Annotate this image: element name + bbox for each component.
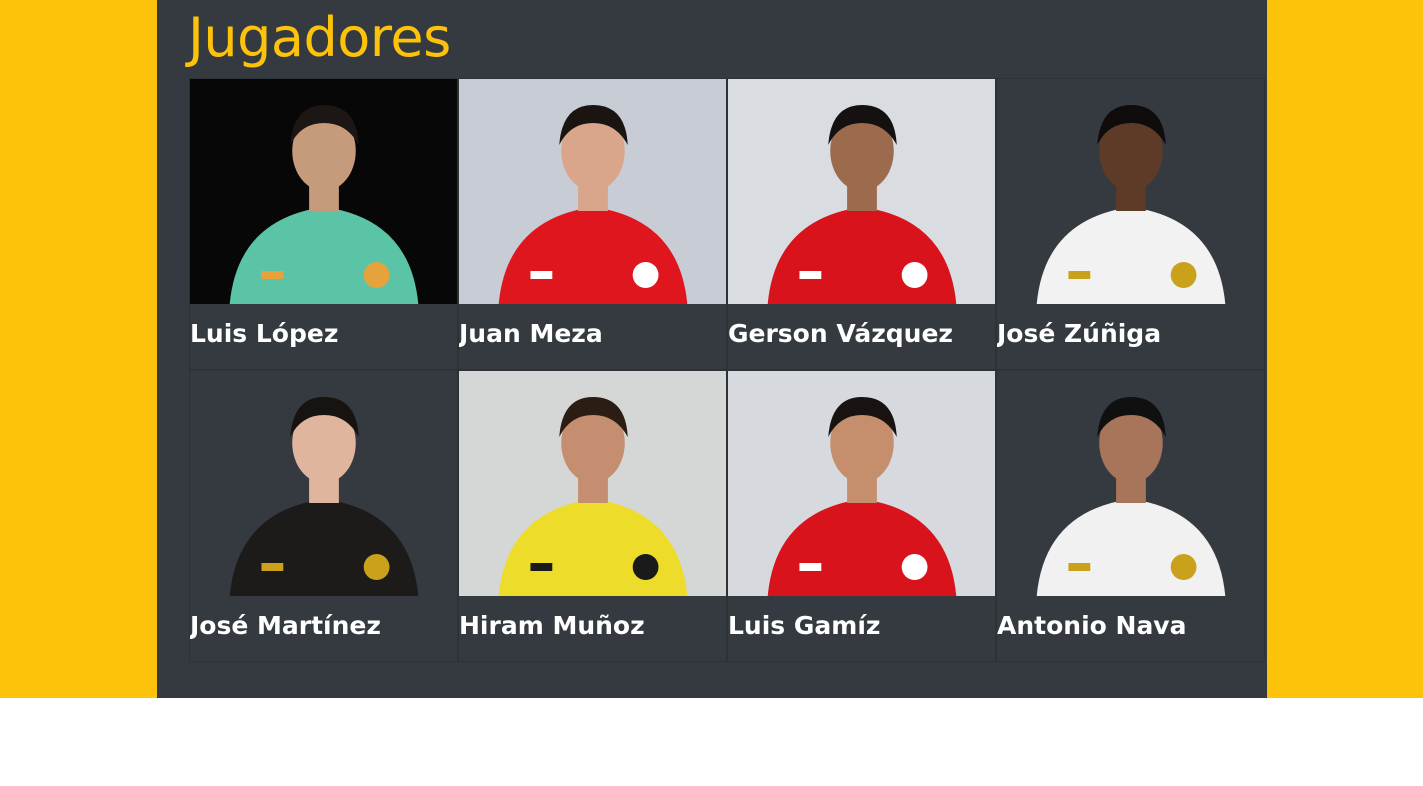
player-name: Antonio Nava [997,611,1187,640]
player-card[interactable]: Juan Meza [458,78,727,370]
player-card[interactable]: Luis López [189,78,458,370]
player-name: Juan Meza [459,319,603,348]
player-name: Gerson Vázquez [728,319,953,348]
players-grid: Luis López Juan Meza Gerson Vázquez José Zú… [189,78,1268,662]
player-photo [459,371,726,596]
player-card[interactable]: José Zúñiga [996,78,1265,370]
player-photo [997,79,1264,304]
player-photo [459,79,726,304]
player-name: José Martínez [190,611,381,640]
player-card[interactable]: Antonio Nava [996,370,1265,662]
player-photo [190,371,457,596]
player-photo [728,371,995,596]
player-name: Luis Gamíz [728,611,881,640]
player-photo [997,371,1264,596]
page-title: Jugadores [188,6,451,69]
player-name: Hiram Muñoz [459,611,645,640]
player-photo [728,79,995,304]
player-card[interactable]: Gerson Vázquez [727,78,996,370]
player-name: Luis López [190,319,339,348]
player-card[interactable]: Luis Gamíz [727,370,996,662]
player-card[interactable]: Hiram Muñoz [458,370,727,662]
player-card[interactable]: José Martínez [189,370,458,662]
player-photo [190,79,457,304]
player-name: José Zúñiga [997,319,1162,348]
